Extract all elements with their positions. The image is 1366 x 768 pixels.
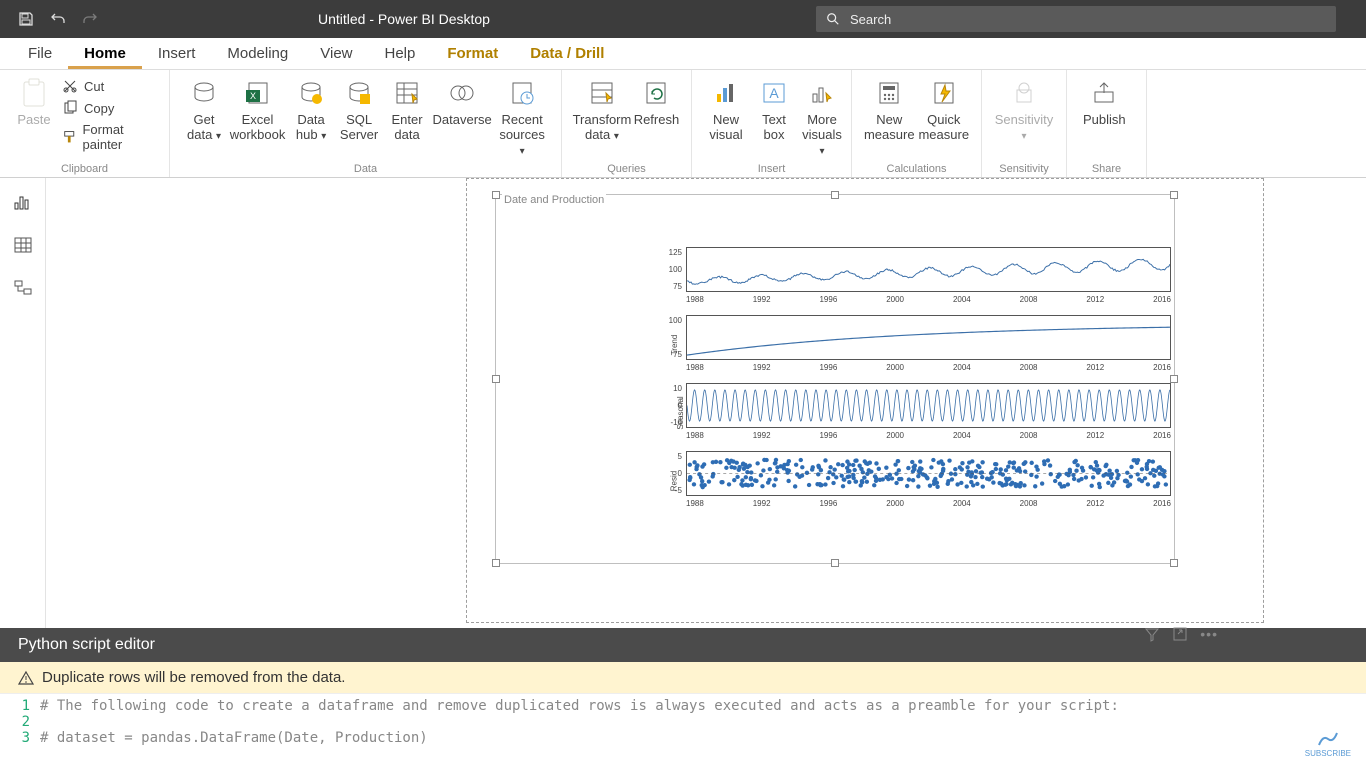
more-options-icon[interactable]: •••	[1200, 626, 1218, 645]
dataverse-button[interactable]: Dataverse	[431, 76, 493, 127]
svg-text:A: A	[769, 85, 779, 101]
tab-home[interactable]: Home	[68, 38, 142, 69]
cut-button[interactable]: Cut	[62, 78, 159, 94]
tab-view[interactable]: View	[304, 38, 368, 69]
python-visual[interactable]: Date and Production 12510075 19881992199…	[495, 194, 1175, 564]
window-title: Untitled - Power BI Desktop	[318, 11, 490, 27]
paste-button[interactable]: Paste	[10, 76, 58, 127]
new-visual-button[interactable]: New visual	[702, 76, 750, 142]
focus-mode-icon[interactable]	[1172, 626, 1188, 645]
refresh-button[interactable]: Refresh	[632, 76, 681, 127]
tab-file[interactable]: File	[12, 38, 68, 69]
sensitivity-button[interactable]: Sensitivity▾	[992, 76, 1056, 144]
data-view-icon[interactable]	[12, 234, 34, 256]
format-painter-button[interactable]: Format painter	[62, 122, 159, 152]
search-placeholder: Search	[850, 12, 891, 27]
tab-insert[interactable]: Insert	[142, 38, 212, 69]
search-box[interactable]: Search	[816, 6, 1336, 32]
data-hub-button[interactable]: Data hub ▾	[287, 76, 335, 144]
more-visuals-button[interactable]: More visuals ▾	[798, 76, 846, 159]
undo-icon[interactable]	[50, 11, 66, 27]
recent-sources-button[interactable]: Recent sources ▾	[493, 76, 551, 159]
title-bar: Untitled - Power BI Desktop Search	[0, 0, 1366, 38]
page-outline: Date and Production 12510075 19881992199…	[466, 178, 1264, 623]
share-group-label: Share	[1067, 163, 1146, 177]
decomposition-plot: 12510075 1988199219962000200420082012201…	[646, 247, 1171, 529]
enter-data-button[interactable]: Enter data	[383, 76, 431, 142]
redo-icon[interactable]	[82, 11, 98, 27]
new-measure-button[interactable]: New measure	[862, 76, 917, 142]
copy-button[interactable]: Copy	[62, 100, 159, 116]
clipboard-group-label: Clipboard	[0, 163, 169, 177]
sensitivity-group-label: Sensitivity	[982, 163, 1066, 177]
left-rail	[0, 178, 46, 628]
warning-icon	[18, 670, 34, 686]
calculations-group-label: Calculations	[852, 163, 981, 177]
python-editor-warning: Duplicate rows will be removed from the …	[0, 662, 1366, 694]
sql-server-button[interactable]: SQL Server	[335, 76, 383, 142]
get-data-button[interactable]: Get data ▾	[180, 76, 228, 144]
visual-title: Date and Production	[502, 194, 606, 206]
report-view-icon[interactable]	[12, 190, 34, 212]
svg-text:X: X	[250, 91, 256, 101]
search-icon	[826, 12, 840, 26]
data-group-label: Data	[170, 163, 561, 177]
model-view-icon[interactable]	[12, 278, 34, 300]
excel-workbook-button[interactable]: XExcel workbook	[228, 76, 287, 142]
save-icon[interactable]	[18, 11, 34, 27]
report-canvas[interactable]: Date and Production 12510075 19881992199…	[46, 178, 1366, 628]
tab-format[interactable]: Format	[431, 38, 514, 69]
transform-data-button[interactable]: Transform data ▾	[572, 76, 632, 144]
tab-help[interactable]: Help	[369, 38, 432, 69]
subscribe-watermark: SUBSCRIBE	[1305, 731, 1351, 758]
ribbon-tabs: File Home Insert Modeling View Help Form…	[0, 38, 1366, 70]
text-box-button[interactable]: AText box	[750, 76, 798, 142]
ribbon: Paste Cut Copy Format painter Clipboard …	[0, 70, 1366, 178]
filter-icon[interactable]	[1144, 626, 1160, 645]
python-code-area[interactable]: 1# The following code to create a datafr…	[0, 694, 1366, 750]
quick-measure-button[interactable]: Quick measure	[917, 76, 972, 142]
insert-group-label: Insert	[692, 163, 851, 177]
queries-group-label: Queries	[562, 163, 691, 177]
tab-data-drill[interactable]: Data / Drill	[514, 38, 620, 69]
publish-button[interactable]: Publish	[1077, 76, 1132, 127]
tab-modeling[interactable]: Modeling	[211, 38, 304, 69]
